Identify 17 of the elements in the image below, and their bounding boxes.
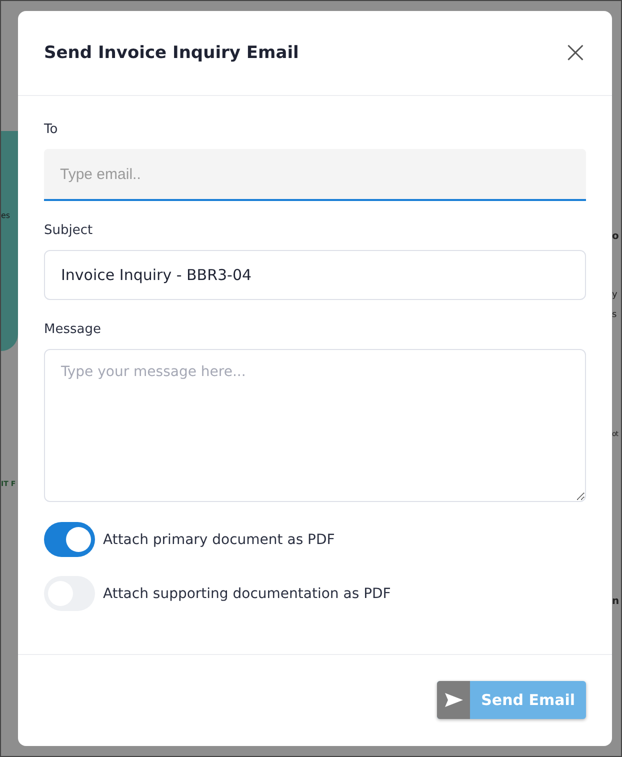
field-label: Message (44, 322, 102, 337)
subject-field[interactable]: Invoice Inquiry - BBR3-04 (44, 250, 586, 300)
toggle-label: Attach primary document as PDF (103, 532, 335, 548)
email-field[interactable]: Type email.. (44, 149, 586, 201)
backdrop-text: s (612, 310, 618, 320)
message-field[interactable]: Type your message here... (44, 349, 586, 502)
close-button[interactable]: × (562, 38, 588, 68)
backdrop-text: n (612, 596, 620, 607)
dialog-title: Send Invoice Inquiry Email (44, 43, 299, 63)
backdrop-text: o (612, 231, 620, 242)
toggle-label: Attach supporting documentation as PDF (103, 586, 391, 602)
backdrop-text: y (612, 290, 618, 300)
toggle-switch[interactable] (44, 522, 95, 557)
send-icon (444, 692, 464, 708)
backdrop-text: es (1, 211, 12, 220)
field-label: Subject (44, 223, 94, 238)
field-label: To (44, 122, 59, 137)
